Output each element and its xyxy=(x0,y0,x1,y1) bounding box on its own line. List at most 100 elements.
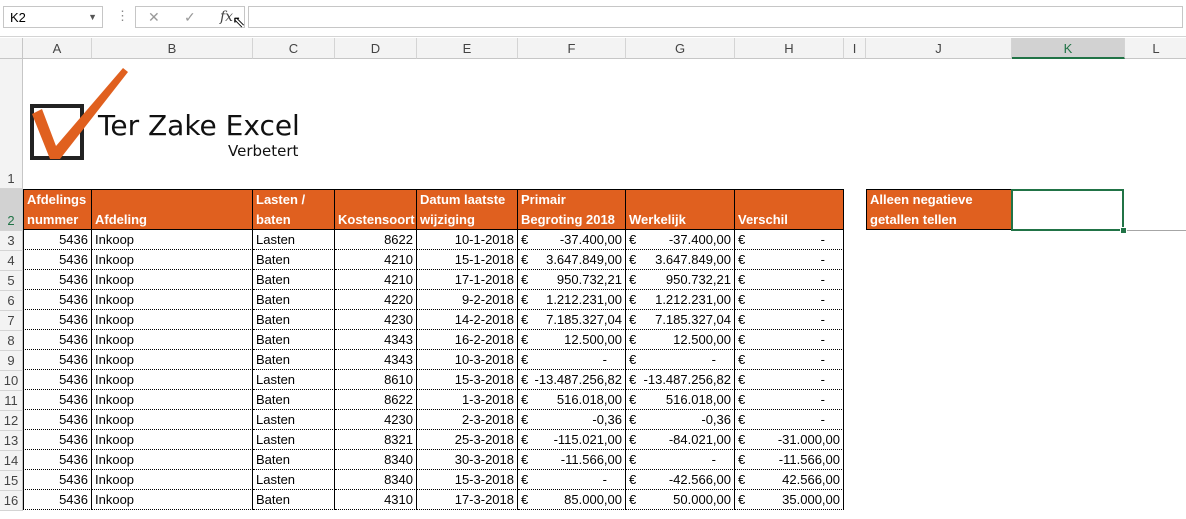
cell-afdelingsnummer[interactable]: 5436 xyxy=(23,490,92,510)
cell-kostensoort[interactable]: 4220 xyxy=(335,290,417,310)
column-header-c[interactable]: C xyxy=(253,38,335,59)
cell-afdeling[interactable]: Inkoop xyxy=(92,390,253,410)
column-header-h[interactable]: H xyxy=(735,38,844,59)
cell-kostensoort[interactable]: 8610 xyxy=(335,370,417,390)
row-header-1[interactable]: 1 xyxy=(0,59,23,189)
cell-lasten-baten[interactable]: Baten xyxy=(253,270,335,290)
cell-afdeling[interactable]: Inkoop xyxy=(92,330,253,350)
cell-verschil[interactable]: € - xyxy=(735,410,844,430)
cell-afdelingsnummer[interactable]: 5436 xyxy=(23,450,92,470)
cell-werkelijk[interactable]: € -42.566,00 xyxy=(626,470,735,490)
row-header-8[interactable]: 8 xyxy=(0,331,23,351)
cell-begroting[interactable]: € -0,36 xyxy=(518,410,626,430)
cell-werkelijk[interactable]: €12.500,00 xyxy=(626,330,735,350)
cell-werkelijk[interactable]: € -13.487.256,82 xyxy=(626,370,735,390)
cell-afdelingsnummer[interactable]: 5436 xyxy=(23,410,92,430)
cell-lasten-baten[interactable]: Lasten xyxy=(253,370,335,390)
cell-afdeling[interactable]: Inkoop xyxy=(92,370,253,390)
cell-verschil[interactable]: € - xyxy=(735,390,844,410)
cell-afdeling[interactable]: Inkoop xyxy=(92,230,253,250)
cell-kostensoort[interactable]: 4343 xyxy=(335,350,417,370)
cell-datum[interactable]: 17-1-2018 xyxy=(417,270,518,290)
cell-afdelingsnummer[interactable]: 5436 xyxy=(23,270,92,290)
cell-werkelijk[interactable]: €950.732,21 xyxy=(626,270,735,290)
cell-datum[interactable]: 2-3-2018 xyxy=(417,410,518,430)
cell-kostensoort[interactable]: 8340 xyxy=(335,470,417,490)
row-header-15[interactable]: 15 xyxy=(0,471,23,491)
cell-begroting[interactable]: €7.185.327,04 xyxy=(518,310,626,330)
cell-verschil[interactable]: € - xyxy=(735,310,844,330)
cell-begroting[interactable]: €1.212.231,00 xyxy=(518,290,626,310)
cell-kostensoort[interactable]: 4310 xyxy=(335,490,417,510)
row-header-9[interactable]: 9 xyxy=(0,351,23,371)
fill-handle[interactable] xyxy=(1120,227,1127,234)
cell-begroting[interactable]: € -13.487.256,82 xyxy=(518,370,626,390)
cell-lasten-baten[interactable]: Baten xyxy=(253,350,335,370)
row-header-3[interactable]: 3 xyxy=(0,231,23,251)
cell-kostensoort[interactable]: 4230 xyxy=(335,310,417,330)
cell-afdelingsnummer[interactable]: 5436 xyxy=(23,310,92,330)
select-all-corner[interactable] xyxy=(0,38,23,59)
cell-verschil[interactable]: € - xyxy=(735,250,844,270)
cell-afdeling[interactable]: Inkoop xyxy=(92,350,253,370)
cell-kostensoort[interactable]: 4343 xyxy=(335,330,417,350)
cell-afdelingsnummer[interactable]: 5436 xyxy=(23,370,92,390)
column-header-b[interactable]: B xyxy=(92,38,253,59)
cell-lasten-baten[interactable]: Baten xyxy=(253,330,335,350)
cell-kostensoort[interactable]: 8622 xyxy=(335,390,417,410)
column-header-f[interactable]: F xyxy=(518,38,626,59)
cell-afdeling[interactable]: Inkoop xyxy=(92,270,253,290)
cell-lasten-baten[interactable]: Baten xyxy=(253,290,335,310)
cell-datum[interactable]: 10-3-2018 xyxy=(417,350,518,370)
cell-begroting[interactable]: €12.500,00 xyxy=(518,330,626,350)
cell-afdelingsnummer[interactable]: 5436 xyxy=(23,250,92,270)
cell-lasten-baten[interactable]: Baten xyxy=(253,490,335,510)
cell-verschil[interactable]: €35.000,00 xyxy=(735,490,844,510)
row-header-12[interactable]: 12 xyxy=(0,411,23,431)
row-header-11[interactable]: 11 xyxy=(0,391,23,411)
cell-begroting[interactable]: €3.647.849,00 xyxy=(518,250,626,270)
cell-afdeling[interactable]: Inkoop xyxy=(92,290,253,310)
cell-afdelingsnummer[interactable]: 5436 xyxy=(23,390,92,410)
cell-begroting[interactable]: €85.000,00 xyxy=(518,490,626,510)
row-header-14[interactable]: 14 xyxy=(0,451,23,471)
cell-datum[interactable]: 10-1-2018 xyxy=(417,230,518,250)
cell-lasten-baten[interactable]: Baten xyxy=(253,250,335,270)
cell-verschil[interactable]: € - xyxy=(735,290,844,310)
cell-kostensoort[interactable]: 8622 xyxy=(335,230,417,250)
cell-verschil[interactable]: € - xyxy=(735,330,844,350)
column-header-g[interactable]: G xyxy=(626,38,735,59)
column-header-l[interactable]: L xyxy=(1125,38,1186,59)
cell-afdeling[interactable]: Inkoop xyxy=(92,450,253,470)
cell-datum[interactable]: 15-3-2018 xyxy=(417,370,518,390)
row-header-6[interactable]: 6 xyxy=(0,291,23,311)
cell-datum[interactable]: 9-2-2018 xyxy=(417,290,518,310)
cell-lasten-baten[interactable]: Lasten xyxy=(253,470,335,490)
cell-datum[interactable]: 15-1-2018 xyxy=(417,250,518,270)
cell-verschil[interactable]: € - xyxy=(735,350,844,370)
cell-datum[interactable]: 16-2-2018 xyxy=(417,330,518,350)
selected-cell-k2[interactable] xyxy=(1011,189,1124,231)
cell-kostensoort[interactable]: 4230 xyxy=(335,410,417,430)
cell-afdelingsnummer[interactable]: 5436 xyxy=(23,330,92,350)
cell-verschil[interactable]: € - xyxy=(735,270,844,290)
cell-kostensoort[interactable]: 8340 xyxy=(335,450,417,470)
column-header-e[interactable]: E xyxy=(417,38,518,59)
cell-afdeling[interactable]: Inkoop xyxy=(92,410,253,430)
row-header-7[interactable]: 7 xyxy=(0,311,23,331)
cell-werkelijk[interactable]: €516.018,00 xyxy=(626,390,735,410)
cell-begroting[interactable]: € -37.400,00 xyxy=(518,230,626,250)
cell-lasten-baten[interactable]: Baten xyxy=(253,310,335,330)
cell-lasten-baten[interactable]: Lasten xyxy=(253,410,335,430)
formula-input[interactable] xyxy=(248,6,1183,28)
cell-afdeling[interactable]: Inkoop xyxy=(92,470,253,490)
cell-afdeling[interactable]: Inkoop xyxy=(92,250,253,270)
cell-verschil[interactable]: € - xyxy=(735,230,844,250)
row-header-16[interactable]: 16 xyxy=(0,491,23,511)
cell-lasten-baten[interactable]: Lasten xyxy=(253,430,335,450)
cell-begroting[interactable]: €516.018,00 xyxy=(518,390,626,410)
cell-datum[interactable]: 17-3-2018 xyxy=(417,490,518,510)
cell-werkelijk[interactable]: € -37.400,00 xyxy=(626,230,735,250)
cell-datum[interactable]: 30-3-2018 xyxy=(417,450,518,470)
cell-kostensoort[interactable]: 4210 xyxy=(335,250,417,270)
